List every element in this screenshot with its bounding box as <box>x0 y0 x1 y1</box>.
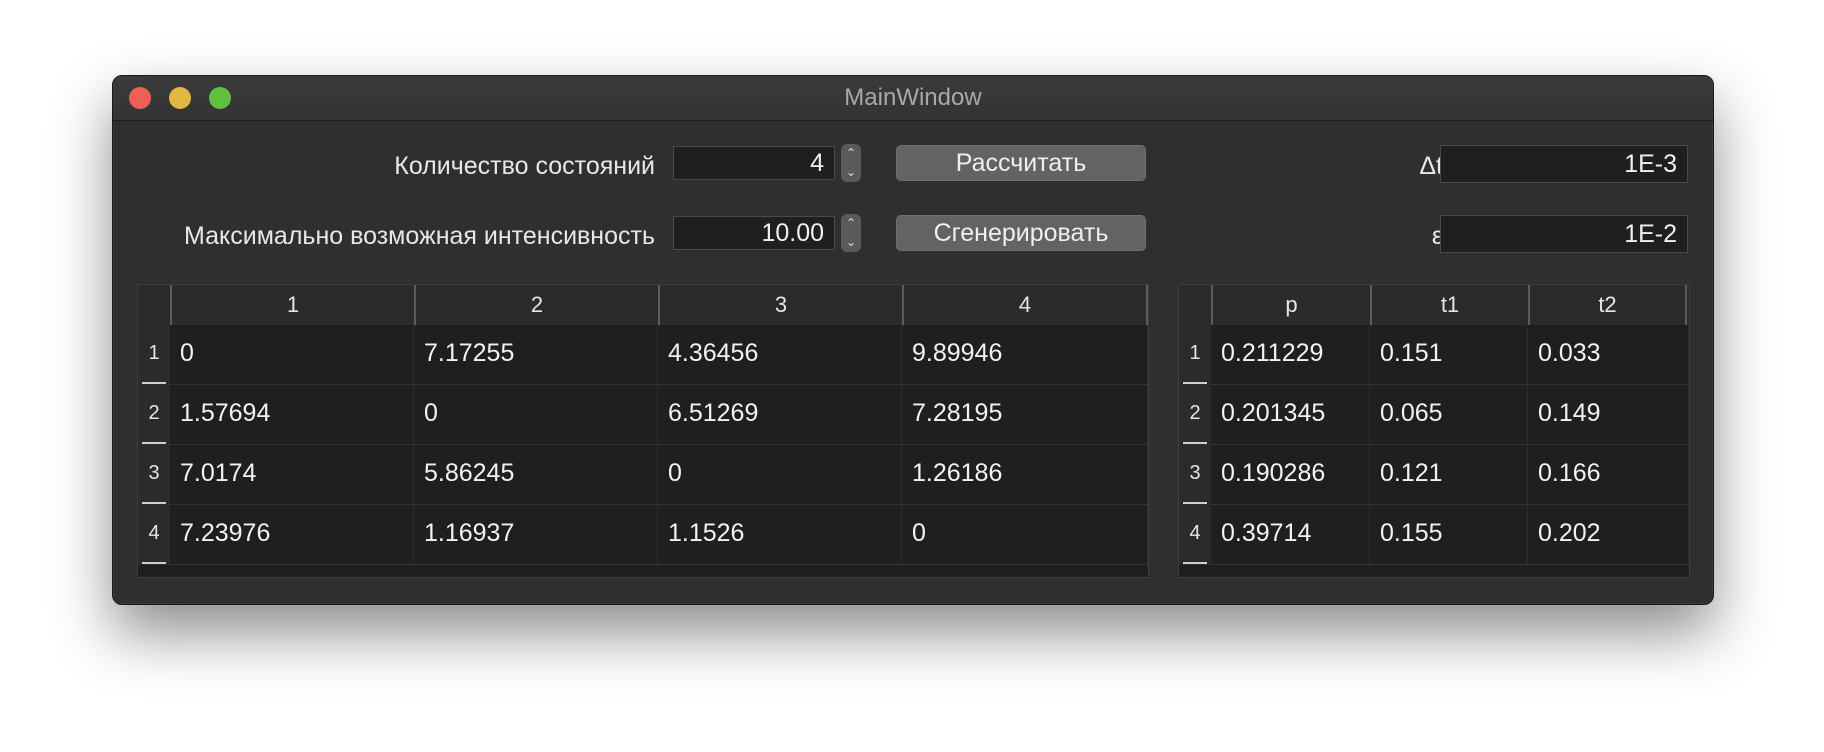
delta-t-input[interactable]: 1E-3 <box>1440 145 1688 183</box>
states-count-label: Количество состояний <box>394 152 655 180</box>
matrix-cell[interactable]: 1.57694 <box>170 385 414 445</box>
max-intensity-input[interactable]: 10.00 <box>673 216 835 250</box>
results-cell[interactable]: 0.166 <box>1528 445 1689 505</box>
matrix-cell[interactable]: 7.17255 <box>414 325 658 385</box>
max-intensity-label: Максимально возможная интенсивность <box>184 222 655 250</box>
results-row-header[interactable]: 2 <box>1179 385 1211 445</box>
calculate-button[interactable]: Рассчитать <box>896 145 1146 181</box>
matrix-cell[interactable]: 1.26186 <box>902 445 1148 505</box>
results-cell[interactable]: 0.065 <box>1370 385 1528 445</box>
matrix-cell[interactable]: 9.89946 <box>902 325 1148 385</box>
chevron-down-icon[interactable]: ⌄ <box>841 163 861 182</box>
matrix-cell[interactable]: 0 <box>414 385 658 445</box>
results-cell[interactable]: 0.033 <box>1528 325 1689 385</box>
results-cell[interactable]: 0.149 <box>1528 385 1689 445</box>
matrix-cell[interactable]: 0 <box>658 445 902 505</box>
window-title: MainWindow <box>844 84 982 111</box>
chevron-up-icon[interactable]: ⌃ <box>841 144 861 163</box>
delta-t-label: Δt <box>1419 152 1443 180</box>
states-count-input[interactable]: 4 <box>673 146 835 180</box>
intensity-matrix-table: 1 2 3 4 1 2 3 4 0 7.17255 4.36456 9.8994… <box>137 284 1149 578</box>
epsilon-input[interactable]: 1E-2 <box>1440 215 1688 253</box>
matrix-cell[interactable]: 1.16937 <box>414 505 658 565</box>
generate-button[interactable]: Сгенерировать <box>896 215 1146 251</box>
matrix-cell[interactable]: 0 <box>170 325 414 385</box>
results-column-header[interactable]: t2 <box>1528 285 1687 325</box>
matrix-cell[interactable]: 7.23976 <box>170 505 414 565</box>
epsilon-label: ε <box>1431 222 1443 250</box>
results-cell[interactable]: 0.211229 <box>1211 325 1370 385</box>
matrix-header-row: 1 2 3 4 <box>138 285 1148 326</box>
results-cell[interactable]: 0.121 <box>1370 445 1528 505</box>
chevron-down-icon[interactable]: ⌄ <box>841 233 861 252</box>
results-row-header[interactable]: 4 <box>1179 505 1211 565</box>
states-count-stepper[interactable]: ⌃ ⌄ <box>841 144 861 182</box>
results-column-header[interactable]: t1 <box>1370 285 1528 325</box>
matrix-row-header[interactable]: 2 <box>138 385 170 445</box>
matrix-row-header[interactable]: 3 <box>138 445 170 505</box>
results-cell[interactable]: 0.155 <box>1370 505 1528 565</box>
matrix-cell[interactable]: 5.86245 <box>414 445 658 505</box>
matrix-row-header[interactable]: 4 <box>138 505 170 565</box>
results-cell[interactable]: 0.39714 <box>1211 505 1370 565</box>
matrix-cell[interactable]: 0 <box>902 505 1148 565</box>
matrix-column-header[interactable]: 2 <box>414 285 658 325</box>
matrix-column-header[interactable]: 4 <box>902 285 1148 325</box>
max-intensity-stepper[interactable]: ⌃ ⌄ <box>841 214 861 252</box>
title-bar: MainWindow <box>113 76 1713 121</box>
chevron-up-icon[interactable]: ⌃ <box>841 214 861 233</box>
matrix-column-header[interactable]: 3 <box>658 285 902 325</box>
matrix-column-header[interactable]: 1 <box>170 285 414 325</box>
results-cell[interactable]: 0.201345 <box>1211 385 1370 445</box>
matrix-cell[interactable]: 7.0174 <box>170 445 414 505</box>
matrix-cell[interactable]: 4.36456 <box>658 325 902 385</box>
matrix-cell[interactable]: 7.28195 <box>902 385 1148 445</box>
results-cell[interactable]: 0.151 <box>1370 325 1528 385</box>
matrix-row-header[interactable]: 1 <box>138 325 170 385</box>
results-table: p t1 t2 1 2 3 4 0.211229 0.151 0.033 0.2… <box>1178 284 1690 578</box>
results-cell[interactable]: 0.202 <box>1528 505 1689 565</box>
results-header-row: p t1 t2 <box>1179 285 1689 326</box>
matrix-cell[interactable]: 1.1526 <box>658 505 902 565</box>
results-column-header[interactable]: p <box>1211 285 1370 325</box>
main-window: MainWindow Количество состояний 4 ⌃ ⌄ Ра… <box>112 75 1714 605</box>
results-row-header[interactable]: 3 <box>1179 445 1211 505</box>
matrix-cell[interactable]: 6.51269 <box>658 385 902 445</box>
results-row-header[interactable]: 1 <box>1179 325 1211 385</box>
results-cell[interactable]: 0.190286 <box>1211 445 1370 505</box>
